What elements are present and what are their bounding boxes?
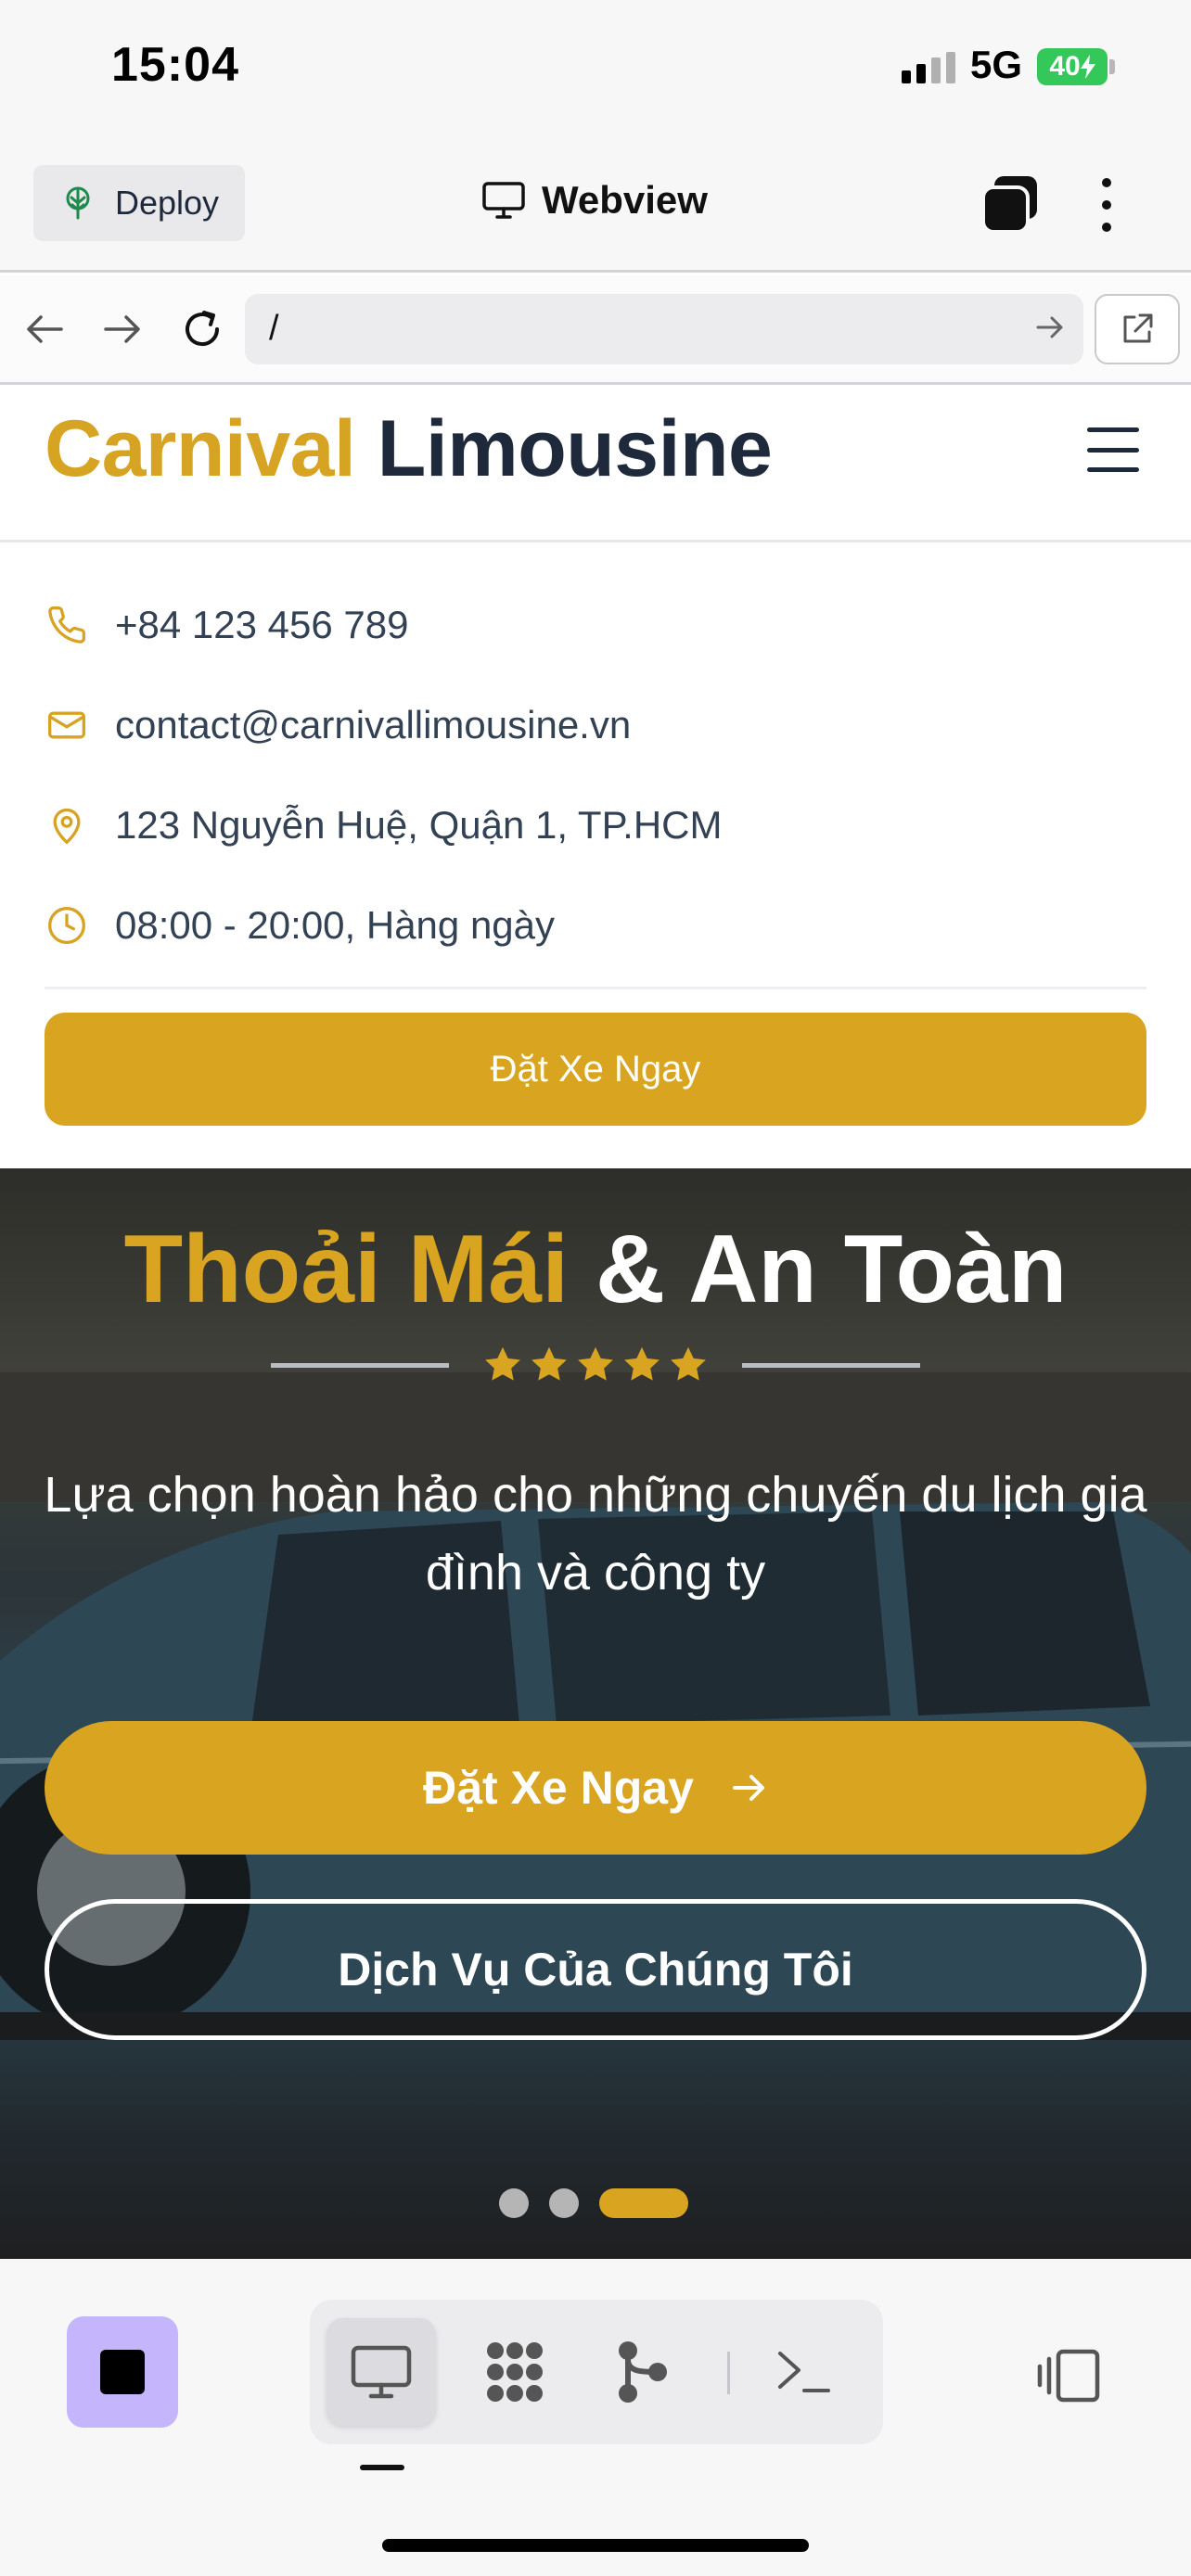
- arrow-right-icon: [732, 1775, 764, 1801]
- tabs-icon[interactable]: [980, 174, 1041, 236]
- rating-row: [0, 1345, 1191, 1385]
- star-icon: [671, 1346, 706, 1381]
- more-menu-icon[interactable]: [1093, 174, 1121, 236]
- hero-title: Thoải Mái & An Toàn: [0, 1215, 1191, 1325]
- tool-group: [310, 2300, 883, 2444]
- star-icon: [485, 1346, 520, 1381]
- carousel-dots: [499, 2188, 688, 2218]
- hero-book-label: Đặt Xe Ngay: [423, 1762, 694, 1814]
- cellular-signal-icon: [902, 52, 955, 83]
- rating-stars: [482, 1345, 709, 1385]
- url-input[interactable]: /: [245, 294, 1083, 364]
- address-text: 123 Nguyễn Huệ, Quận 1, TP.HCM: [115, 803, 723, 847]
- battery-level: 40: [1049, 51, 1081, 82]
- carousel-dot-2[interactable]: [549, 2188, 579, 2218]
- deploy-icon: [66, 186, 90, 220]
- brand-name-part1: Carnival: [45, 404, 356, 493]
- webview-title: Webview: [482, 178, 708, 223]
- status-time: 15:04: [111, 38, 239, 92]
- star-icon: [578, 1346, 613, 1381]
- clock-icon: [45, 903, 89, 948]
- site-header: Carnival Limousine: [0, 385, 1191, 542]
- contact-divider: [45, 987, 1146, 989]
- battery-tip: [1109, 59, 1115, 74]
- hours-text: 08:00 - 20:00, Hàng ngày: [115, 903, 556, 947]
- star-icon: [531, 1346, 567, 1381]
- app-toolbar: Deploy Webview: [0, 139, 1191, 273]
- mail-icon: [45, 703, 89, 747]
- status-bar: 15:04 5G 40: [0, 0, 1191, 139]
- back-arrow-icon[interactable]: [19, 303, 70, 355]
- email-text: contact@carnivallimousine.vn: [115, 703, 632, 746]
- hamburger-menu-icon[interactable]: [1087, 427, 1139, 472]
- contact-info: +84 123 456 789 contact@carnivallimousin…: [45, 575, 1146, 976]
- open-external-icon[interactable]: [1095, 294, 1180, 364]
- stop-icon: [100, 2350, 145, 2394]
- phone-icon: [45, 603, 89, 647]
- hero-title-gold: Thoải Mái: [123, 1216, 570, 1323]
- git-tool-icon[interactable]: [588, 2318, 698, 2426]
- hero-section: Thoải Mái & An Toàn Lựa chọn hoàn hảo ch…: [0, 1168, 1191, 2259]
- terminal-tool-icon[interactable]: [749, 2318, 859, 2426]
- contact-hours: 08:00 - 20:00, Hàng ngày: [45, 875, 1146, 976]
- brand-logo[interactable]: Carnival Limousine: [45, 403, 773, 495]
- services-button[interactable]: Dịch Vụ Của Chúng Tôi: [45, 1899, 1146, 2040]
- deploy-label: Deploy: [115, 184, 220, 222]
- bottom-bar: [0, 2259, 1191, 2576]
- deploy-button[interactable]: Deploy: [33, 165, 245, 241]
- brand-name-part2: Limousine: [377, 404, 773, 493]
- go-arrow-icon[interactable]: [1033, 311, 1067, 344]
- hero-subtitle: Lựa chọn hoàn hảo cho những chuyến du lị…: [44, 1467, 1147, 1600]
- webview-tool-icon[interactable]: [327, 2318, 436, 2426]
- active-tool-indicator: [360, 2465, 404, 2470]
- monitor-icon: [482, 182, 525, 219]
- hero-book-button[interactable]: Đặt Xe Ngay: [45, 1721, 1146, 1855]
- contact-address: 123 Nguyễn Huệ, Quận 1, TP.HCM: [45, 775, 1146, 875]
- stop-button[interactable]: [67, 2316, 178, 2428]
- contact-email[interactable]: contact@carnivallimousine.vn: [45, 675, 1146, 775]
- hero-title-white: & An Toàn: [596, 1216, 1068, 1323]
- battery-indicator: 40: [1037, 48, 1108, 85]
- contact-phone[interactable]: +84 123 456 789: [45, 575, 1146, 675]
- address-bar: /: [0, 275, 1191, 385]
- reload-icon[interactable]: [176, 303, 228, 355]
- tool-separator: [727, 2352, 730, 2394]
- forward-arrow-icon[interactable]: [96, 303, 148, 355]
- home-indicator: [382, 2539, 809, 2552]
- apps-tool-icon[interactable]: [460, 2318, 570, 2426]
- webview-title-text: Webview: [542, 178, 708, 222]
- device-preview-icon[interactable]: [1030, 2337, 1108, 2415]
- carousel-dot-3-active[interactable]: [599, 2188, 688, 2218]
- phone-text: +84 123 456 789: [115, 603, 409, 646]
- carousel-dot-1[interactable]: [499, 2188, 529, 2218]
- book-now-button[interactable]: Đặt Xe Ngay: [45, 1013, 1146, 1126]
- rating-line-right: [742, 1362, 920, 1368]
- star-icon: [624, 1346, 660, 1381]
- network-type: 5G: [970, 43, 1023, 86]
- map-pin-icon: [45, 803, 89, 848]
- url-text: /: [269, 309, 279, 348]
- charging-bolt-icon: [1080, 55, 1095, 79]
- hero-overlay: [0, 1168, 1191, 2259]
- rating-line-left: [271, 1362, 449, 1368]
